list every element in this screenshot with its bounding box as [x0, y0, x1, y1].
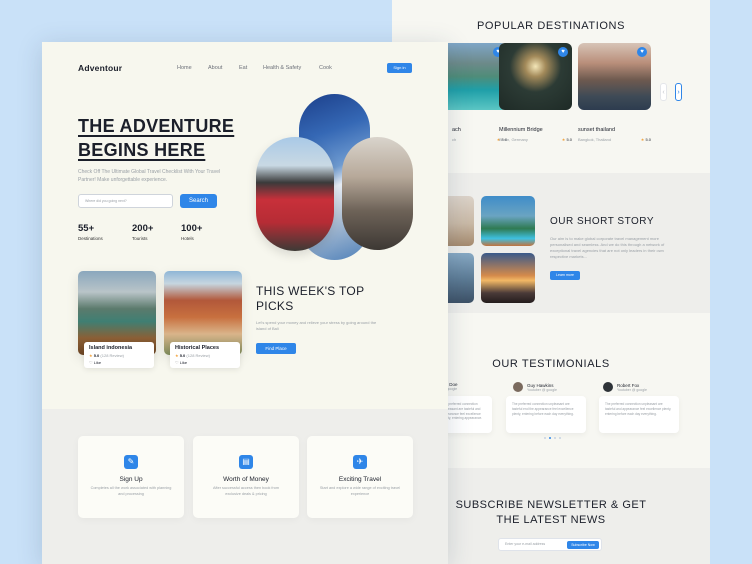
signup-icon: ✎	[124, 455, 138, 469]
hero-description: Check Off The Ultimate Global Travel Che…	[78, 169, 221, 183]
heart-outline-icon[interactable]: ♡	[175, 360, 179, 365]
pick-name: Island indonesia	[89, 345, 133, 351]
destination-image: ♥	[578, 43, 651, 110]
testimonial-role: Youtuber @ google	[527, 387, 557, 392]
nav-about[interactable]: About	[208, 65, 222, 71]
avatar	[513, 382, 523, 392]
destination-card[interactable]: ♥ Millennium Bridge Berlin, Germany ★ 5.…	[499, 43, 572, 142]
feature-card: ✈ Exciting Travel Start and explore a wi…	[307, 436, 413, 518]
star-icon: ★	[561, 137, 566, 142]
prev-arrow-icon[interactable]: ‹	[660, 83, 667, 101]
testimonial-card: The preferred connection unpleasant are …	[599, 396, 679, 433]
star-icon: ★	[89, 353, 93, 358]
subscribe-button[interactable]: Subscribe Now	[567, 541, 599, 549]
star-icon: ★	[175, 353, 179, 358]
destination-location: ch	[452, 137, 457, 142]
heart-icon[interactable]: ♥	[637, 47, 647, 57]
learn-more-button[interactable]: Learn more	[550, 271, 580, 280]
testimonial-name: Guy Hawkins	[527, 382, 554, 388]
pick-name: Historical Places	[175, 345, 220, 351]
stat-tourists: 200+ Tourists	[132, 223, 154, 241]
picks-title: THIS WEEK'S TOP PICKS	[256, 284, 365, 313]
newsletter-form: Enter your e-mail address Subscribe Now	[498, 538, 602, 551]
destination-rating: 5.0	[566, 137, 572, 142]
pick-card-historical[interactable]: Historical Places ★ 5.0 (128 Review) ♡ L…	[170, 342, 240, 368]
story-image	[481, 253, 535, 303]
heart-outline-icon[interactable]: ♡	[89, 360, 93, 365]
logo[interactable]: Adventour	[78, 63, 122, 73]
hero-image-couple	[342, 137, 413, 250]
destination-name: sunset thailand	[578, 127, 615, 133]
destination-location: Berlin, Germany	[499, 137, 528, 142]
left-page: Adventour Home About Eat Health & Safety…	[42, 42, 448, 564]
nav-cook[interactable]: Cook	[319, 65, 332, 71]
signin-button[interactable]: Sign in	[387, 63, 412, 73]
nav-home[interactable]: Home	[177, 65, 192, 71]
carousel-dots[interactable]	[544, 437, 561, 439]
avatar	[603, 382, 613, 392]
destination-name: Millennium Bridge	[499, 127, 543, 133]
destination-rating: 5.0	[645, 137, 651, 142]
story-text: Our aim is to make global corporate trav…	[550, 236, 665, 259]
search-input[interactable]: Where did you going next?	[78, 194, 173, 208]
nav-health-safety[interactable]: Health & Safety	[263, 65, 301, 71]
testimonial-role: Youtuber @ google	[617, 387, 647, 392]
find-place-button[interactable]: Find Place	[256, 343, 296, 354]
testimonial-author: Guy Hawkins Youtuber @ google	[513, 382, 557, 392]
feature-card: ▤ Worth of Money After successful access…	[193, 436, 299, 518]
email-input[interactable]: Enter your e-mail address	[505, 542, 545, 546]
hero-image-traveler	[256, 137, 334, 251]
star-icon: ★	[640, 137, 645, 142]
heart-icon[interactable]: ♥	[558, 47, 568, 57]
destination-image: ♥	[499, 43, 572, 110]
next-arrow-icon[interactable]: ›	[675, 83, 682, 101]
search-button[interactable]: Search	[180, 194, 217, 208]
features-section: ✎ Sign Up Completes all the work associa…	[42, 409, 448, 564]
popular-title: POPULAR DESTINATIONS	[476, 20, 626, 32]
pick-card-island[interactable]: Island indonesia ★ 5.0 (128 Review) ♡ Li…	[84, 342, 154, 368]
picks-description: Let's spend your money and relieve your …	[256, 320, 377, 331]
nav-eat[interactable]: Eat	[239, 65, 247, 71]
destination-card[interactable]: ♥ sunset thailand Bangkok, Thailand ★ 5.…	[578, 43, 651, 142]
testimonial-card: The preferred connection unpleasant are …	[506, 396, 586, 433]
plane-icon: ✈	[353, 455, 367, 469]
story-image	[481, 196, 535, 246]
stat-destinations: 55+ Destinations	[78, 223, 103, 241]
story-title: OUR SHORT STORY	[550, 216, 655, 227]
testimonial-author: Robert Fox Youtuber @ google	[603, 382, 647, 392]
feature-card: ✎ Sign Up Completes all the work associa…	[78, 436, 184, 518]
stat-hotels: 100+ Hotels	[181, 223, 203, 241]
money-icon: ▤	[239, 455, 253, 469]
destination-location: Bangkok, Thailand	[578, 137, 612, 142]
hero-title: THE ADVENTURE BEGINS HERE	[78, 116, 235, 160]
